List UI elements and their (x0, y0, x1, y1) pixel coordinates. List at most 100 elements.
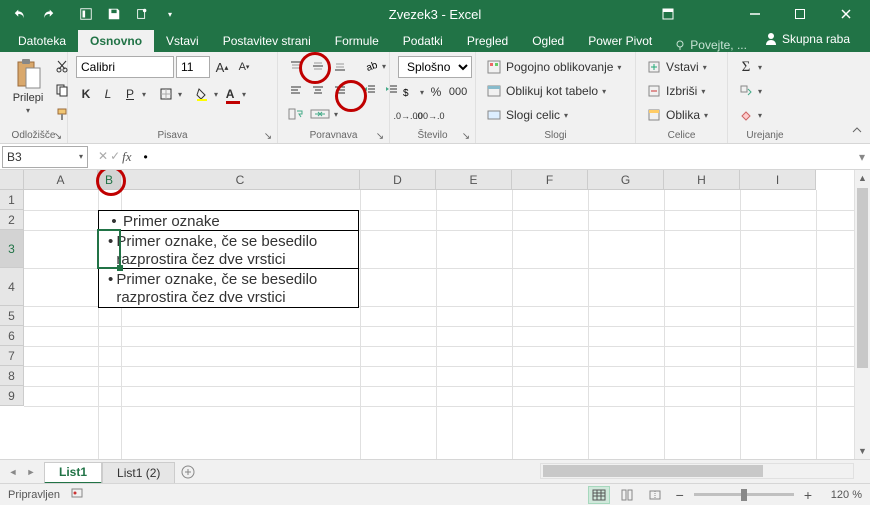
column-header-i[interactable]: I (740, 170, 816, 190)
merge-center-button[interactable] (308, 104, 332, 124)
collapse-ribbon-button[interactable] (848, 121, 866, 139)
redo-button[interactable] (36, 2, 60, 26)
scroll-thumb[interactable] (857, 188, 868, 368)
tab-vstavi[interactable]: Vstavi (154, 30, 211, 52)
dialog-launcher-clipboard[interactable]: ↘ (53, 131, 63, 141)
zoom-out-button[interactable]: − (672, 487, 688, 503)
qat-button-5[interactable] (130, 2, 154, 26)
font-name-combo[interactable] (76, 56, 174, 78)
align-middle-button[interactable] (308, 56, 328, 76)
sheet-tab-list1-2[interactable]: List1 (2) (102, 462, 175, 484)
zoom-in-button[interactable]: + (800, 487, 816, 503)
qat-button-3[interactable] (74, 2, 98, 26)
column-header-f[interactable]: F (512, 170, 588, 190)
sheet-nav-last[interactable]: ► (22, 463, 40, 481)
column-header-g[interactable]: G (588, 170, 664, 190)
column-header-a[interactable]: A (24, 170, 98, 190)
number-format-combo[interactable]: Splošno (398, 56, 472, 78)
column-header-d[interactable]: D (360, 170, 436, 190)
qat-customize[interactable]: ▾ (158, 2, 182, 26)
save-button[interactable] (102, 2, 126, 26)
accounting-format-button[interactable]: $ (398, 82, 418, 102)
borders-button[interactable] (156, 84, 176, 104)
insert-function-button[interactable]: fx (122, 149, 131, 165)
tab-osnovno[interactable]: Osnovno (78, 30, 154, 52)
align-right-button[interactable] (330, 80, 350, 100)
cancel-formula-button[interactable]: ✕ (98, 149, 108, 165)
row-header-6[interactable]: 6 (0, 326, 24, 346)
share-button[interactable]: Skupna raba (756, 30, 858, 48)
row-header-7[interactable]: 7 (0, 346, 24, 366)
row-header-1[interactable]: 1 (0, 190, 24, 210)
format-as-table-button[interactable]: Oblikuj kot tabelo ▾ (484, 80, 608, 102)
column-header-e[interactable]: E (436, 170, 512, 190)
sheet-tab-list1[interactable]: List1 (44, 462, 102, 484)
vertical-scrollbar[interactable]: ▲ ▼ (854, 170, 870, 459)
column-header-b[interactable]: B (98, 170, 121, 190)
align-center-button[interactable] (308, 80, 328, 100)
column-header-h[interactable]: H (664, 170, 740, 190)
tab-podatki[interactable]: Podatki (391, 30, 455, 52)
worksheet-grid[interactable]: ABCDEFGHI 123456789 • Primer oznake • Pr… (0, 170, 870, 459)
font-size-combo[interactable] (176, 56, 210, 78)
paste-button[interactable]: Prilepi ▾ (8, 56, 48, 118)
fill-color-button[interactable] (192, 84, 212, 104)
autosum-button[interactable]: Σ ▾ (736, 56, 764, 78)
decrease-decimal-button[interactable]: .00→.0 (420, 106, 440, 126)
zoom-level[interactable]: 120 % (822, 489, 862, 501)
column-header-c[interactable]: C (121, 170, 360, 190)
row-header-5[interactable]: 5 (0, 306, 24, 326)
delete-cells-button[interactable]: Izbriši ▾ (644, 80, 707, 102)
formula-input[interactable] (138, 146, 854, 168)
percent-button[interactable]: % (426, 82, 446, 102)
macro-record-icon[interactable] (70, 486, 84, 503)
scroll-up-button[interactable]: ▲ (855, 170, 870, 186)
row-header-4[interactable]: 4 (0, 268, 24, 306)
insert-cells-button[interactable]: Vstavi ▾ (644, 56, 709, 78)
tab-datoteka[interactable]: Datoteka (6, 30, 78, 52)
underline-button[interactable]: P (120, 84, 140, 104)
align-top-button[interactable] (286, 56, 306, 76)
dialog-launcher-number[interactable]: ↘ (461, 131, 471, 141)
scroll-down-button[interactable]: ▼ (855, 443, 870, 459)
cell-b4-c4[interactable]: • Primer oznake, če se besedilo razprost… (99, 269, 358, 307)
ribbon-display-options[interactable] (645, 0, 690, 28)
dialog-launcher-alignment[interactable]: ↘ (375, 131, 385, 141)
hscroll-thumb[interactable] (543, 465, 763, 477)
row-header-2[interactable]: 2 (0, 210, 24, 230)
conditional-formatting-button[interactable]: Pogojno oblikovanje ▾ (484, 56, 623, 78)
clear-button[interactable]: ▾ (736, 104, 764, 126)
format-cells-button[interactable]: Oblika ▾ (644, 104, 710, 126)
zoom-slider[interactable] (694, 493, 794, 496)
name-box[interactable]: B3▾ (2, 146, 88, 168)
tab-postavitev[interactable]: Postavitev strani (211, 30, 323, 52)
cell-styles-button[interactable]: Slogi celic ▾ (484, 104, 570, 126)
maximize-button[interactable] (777, 0, 822, 28)
enter-formula-button[interactable]: ✓ (110, 149, 120, 165)
align-left-button[interactable] (286, 80, 306, 100)
align-bottom-button[interactable] (330, 56, 350, 76)
tab-powerpivot[interactable]: Power Pivot (576, 30, 664, 52)
expand-formula-bar[interactable]: ▾ (854, 150, 870, 164)
sheet-nav-first[interactable]: ◄ (4, 463, 22, 481)
tab-pregled[interactable]: Pregled (455, 30, 520, 52)
undo-button[interactable] (8, 2, 32, 26)
tab-formule[interactable]: Formule (323, 30, 391, 52)
row-header-9[interactable]: 9 (0, 386, 24, 406)
tell-me-search[interactable]: Povejte, ... (664, 38, 757, 52)
row-header-8[interactable]: 8 (0, 366, 24, 386)
new-sheet-button[interactable] (175, 464, 201, 480)
horizontal-scrollbar[interactable] (540, 463, 854, 479)
close-button[interactable] (822, 0, 870, 28)
cell-b2-c2[interactable]: • Primer oznake (99, 211, 358, 231)
decrease-indent-button[interactable] (360, 80, 380, 100)
view-page-layout-button[interactable] (616, 486, 638, 504)
bold-button[interactable]: K (76, 84, 96, 104)
comma-style-button[interactable]: 000 (448, 82, 468, 102)
row-header-3[interactable]: 3 (0, 230, 24, 268)
view-page-break-button[interactable] (644, 486, 666, 504)
italic-button[interactable]: L (98, 84, 118, 104)
minimize-button[interactable] (732, 0, 777, 28)
view-normal-button[interactable] (588, 486, 610, 504)
fill-button[interactable]: ▾ (736, 80, 764, 102)
